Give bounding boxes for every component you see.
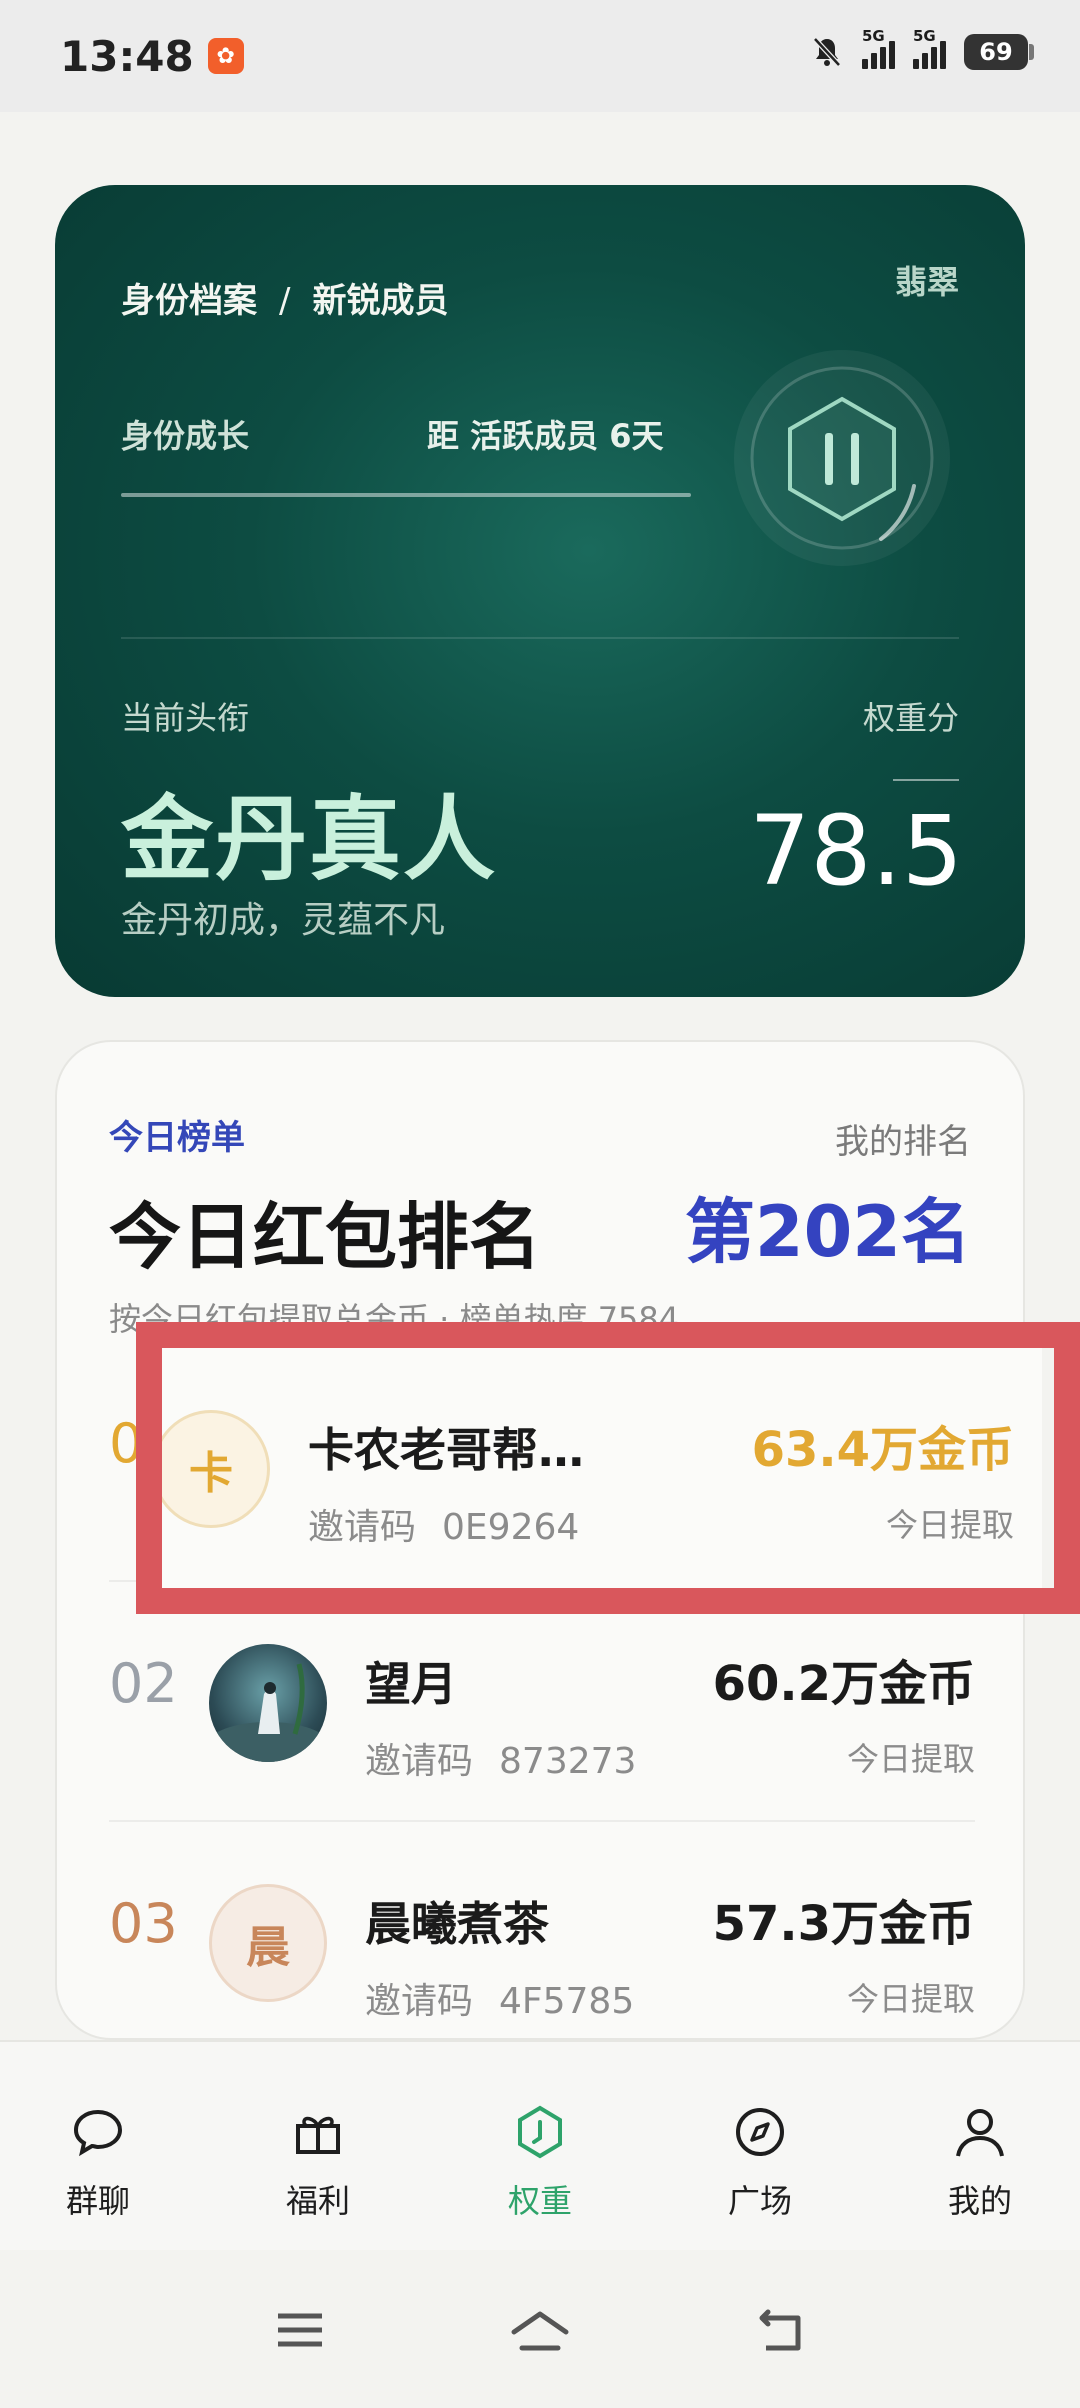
invite-code-label: 邀请码 <box>365 1981 474 2022</box>
battery-level: 69 <box>979 38 1013 66</box>
growth-progress-track <box>121 493 691 497</box>
today-withdraw-label: 今日提取 <box>846 1740 975 1778</box>
weight-underline <box>893 779 959 781</box>
compass-icon <box>736 2108 784 2156</box>
invite-code-value: 873273 <box>499 1741 637 1782</box>
growth-progress-fill <box>121 493 691 497</box>
my-rank-value: 第202名 <box>684 1191 971 1273</box>
invite-code: 邀请码 4F5785 <box>365 1972 634 2024</box>
leaderboard-tag: 今日榜单 <box>109 1118 245 1158</box>
nav-item-chat[interactable]: 群聊 <box>28 2102 168 2222</box>
leaderboard-row[interactable]: 03 晨 晨曦煮茶 邀请码 4F5785 57.3万金币 今日提取 <box>109 1822 975 2038</box>
leaderboard-row[interactable]: 02 望月 邀请码 873273 60.2万金币 今日提取 <box>109 1582 975 1822</box>
card-divider <box>121 637 959 639</box>
identity-card[interactable]: 身份档案 / 新锐成员 翡翠 身份成长 距 活跃成员 6天 当前头衔 金丹真人 金丹… <box>55 185 1025 997</box>
nav-item-square[interactable]: 广场 <box>690 2102 830 2222</box>
breadcrumb-level: 新锐成员 <box>312 281 449 321</box>
battery-icon: 69 <box>964 34 1034 70</box>
system-nav-bar <box>0 2250 1080 2408</box>
tier-label: 翡翠 <box>894 263 959 301</box>
nav-item-welfare[interactable]: 福利 <box>248 2102 388 2222</box>
invite-code-label: 邀请码 <box>365 1741 474 1782</box>
avatar-initial: 晨 <box>246 1922 290 1973</box>
breadcrumb-profile: 身份档案 <box>121 281 257 321</box>
weight-label: 权重分 <box>862 699 959 737</box>
signal-icon-2: 5G <box>913 27 946 69</box>
avatar-image <box>209 1663 327 1762</box>
my-rank-label: 我的排名 <box>835 1122 971 1162</box>
coin-amount: 60.2万金币 <box>712 1656 975 1712</box>
breadcrumb-separator: / <box>279 281 291 321</box>
status-bar: 13:48 ✿ 5G 5G 69 <box>0 0 1080 112</box>
coin-amount: 57.3万金币 <box>712 1896 975 1952</box>
current-title: 金丹真人 <box>121 786 498 893</box>
avatar[interactable] <box>209 1644 327 1762</box>
growth-label: 身份成长 <box>121 417 250 455</box>
person-icon <box>956 2109 1004 2157</box>
home-icon[interactable] <box>508 2308 572 2358</box>
signal-icon-1: 5G <box>862 27 895 69</box>
nav-label: 群聊 <box>65 2182 130 2220</box>
mute-bell-icon <box>813 37 841 67</box>
weight-value: 78.5 <box>749 795 963 907</box>
hexagon-pause-badge-icon <box>734 350 950 566</box>
app-notification-icon: ✿ <box>207 38 244 74</box>
avatar[interactable]: 晨 <box>209 1884 327 2002</box>
invite-code-value: 4F5785 <box>499 1981 635 2022</box>
nav-label: 福利 <box>285 2182 350 2220</box>
member-name: 晨曦煮茶 <box>365 1897 549 1951</box>
leaderboard-heading: 今日红包排名 <box>109 1195 542 1279</box>
rank-number: 02 <box>109 1652 178 1715</box>
status-icons: 5G 5G 69 <box>810 27 1034 70</box>
current-title-label: 当前头衔 <box>121 699 250 737</box>
nav-label: 权重 <box>507 2182 572 2220</box>
title-motto: 金丹初成，灵蕴不凡 <box>121 900 446 941</box>
nav-label: 我的 <box>947 2182 1012 2220</box>
rank-number: 03 <box>109 1892 178 1955</box>
nav-item-weight[interactable]: 权重 <box>470 2102 610 2222</box>
bottom-nav: 群聊 福利 权重 广场 我的 <box>0 2040 1080 2250</box>
nav-label: 广场 <box>727 2182 792 2220</box>
identity-breadcrumb: 身份档案 / 新锐成员 <box>121 273 448 322</box>
invite-code: 邀请码 873273 <box>365 1732 636 1784</box>
chat-bubble-icon <box>73 2109 123 2157</box>
hexagon-weight-icon <box>518 2105 562 2159</box>
highlight-box <box>136 1322 1080 1614</box>
next-level-text: 距 活跃成员 6天 <box>427 417 664 455</box>
gift-icon <box>296 2116 340 2154</box>
nav-item-me[interactable]: 我的 <box>910 2102 1050 2222</box>
member-name: 望月 <box>365 1657 457 1711</box>
today-withdraw-label: 今日提取 <box>846 1980 975 2018</box>
back-icon[interactable] <box>752 2308 808 2356</box>
status-time: 13:48 <box>60 31 194 81</box>
menu-icon[interactable] <box>272 2308 328 2352</box>
